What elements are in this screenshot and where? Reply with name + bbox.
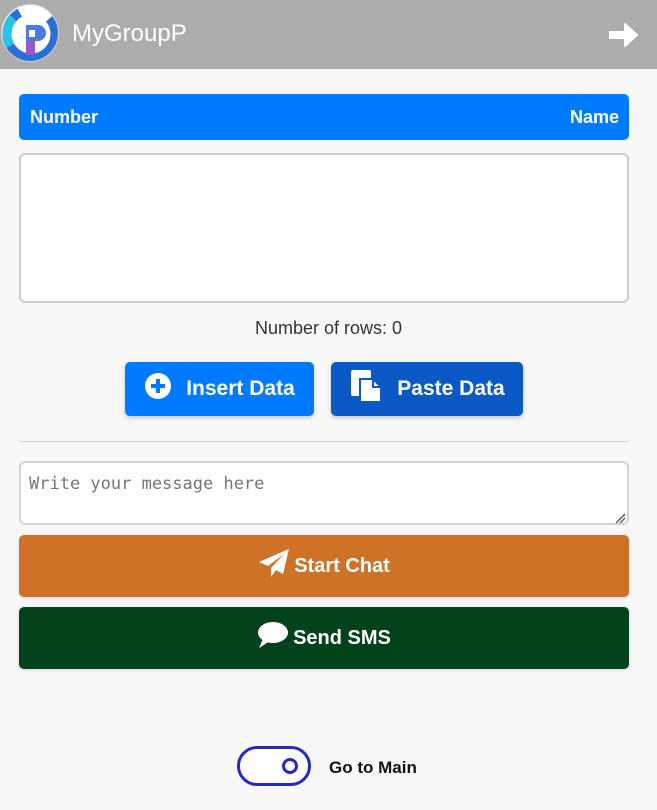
go-to-main-label: Go to Main — [329, 758, 417, 777]
column-header-name: Name — [569, 107, 619, 127]
insert-data-button[interactable]: Insert Data — [125, 362, 314, 416]
insert-data-label: Insert Data — [186, 377, 295, 400]
paste-icon — [349, 369, 383, 409]
mygroupp-logo-icon — [1, 4, 59, 62]
message-input[interactable] — [19, 461, 629, 525]
start-chat-button[interactable]: Start Chat — [19, 535, 629, 597]
paper-plane-icon — [258, 548, 290, 584]
paste-data-label: Paste Data — [397, 377, 505, 400]
plus-circle-icon — [144, 372, 172, 406]
column-header-number: Number — [30, 107, 99, 127]
paste-data-button[interactable]: Paste Data — [331, 362, 523, 416]
toggle-knob — [282, 758, 298, 774]
send-sms-label: Send SMS — [293, 626, 391, 649]
speech-bubble-icon — [257, 621, 289, 655]
app-title: MyGroupP — [72, 20, 187, 47]
go-to-main-toggle[interactable] — [237, 746, 311, 786]
app-header: MyGroupP — [0, 0, 657, 69]
resize-grip-icon[interactable] — [615, 511, 626, 524]
section-divider — [19, 441, 629, 442]
row-count-text: Number of rows: 0 — [254, 318, 403, 338]
table-header: Number Name — [19, 94, 629, 140]
data-rows-box[interactable] — [19, 153, 629, 303]
send-sms-button[interactable]: Send SMS — [19, 607, 629, 669]
start-chat-label: Start Chat — [294, 554, 390, 577]
arrow-right-icon[interactable] — [607, 19, 639, 51]
